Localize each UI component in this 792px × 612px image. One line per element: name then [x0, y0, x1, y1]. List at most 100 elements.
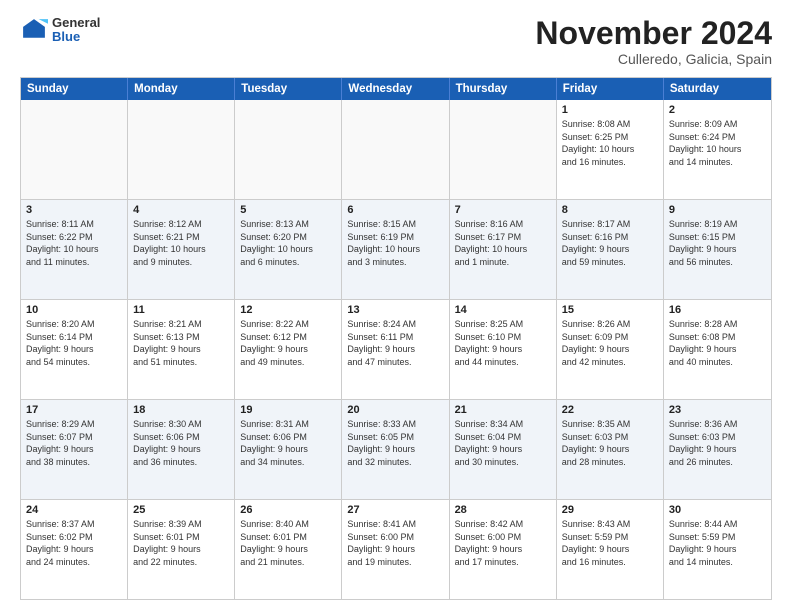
day-number: 18	[133, 404, 229, 416]
day-info: Sunrise: 8:41 AM Sunset: 6:00 PM Dayligh…	[347, 518, 443, 568]
day-cell-13: 13 Sunrise: 8:24 AM Sunset: 6:11 PM Dayli…	[342, 300, 449, 399]
day-number: 19	[240, 404, 336, 416]
day-cell-7: 7 Sunrise: 8:16 AM Sunset: 6:17 PM Daylig…	[450, 200, 557, 299]
day-cell-28: 28 Sunrise: 8:42 AM Sunset: 6:00 PM Dayli…	[450, 500, 557, 599]
day-cell-6: 6Sunrise: 8:15 AM Sunset: 6:19 PM Daylig…	[342, 200, 449, 299]
day-info: Sunrise: 8:11 AM Sunset: 6:22 PM Dayligh…	[26, 218, 122, 268]
day-number: 4	[133, 204, 229, 216]
day-info: Sunrise: 8:24 AM Sunset: 6:11 PM Dayligh…	[347, 318, 443, 368]
day-number: 10	[26, 304, 122, 316]
day-info: Sunrise: 8:26 AM Sunset: 6:09 PM Dayligh…	[562, 318, 658, 368]
day-cell-30: 30Sunrise: 8:44 AM Sunset: 5:59 PM Dayli…	[664, 500, 771, 599]
day-info: Sunrise: 8:43 AM Sunset: 5:59 PM Dayligh…	[562, 518, 658, 568]
day-info: Sunrise: 8:15 AM Sunset: 6:19 PM Dayligh…	[347, 218, 443, 268]
day-cell-2: 2Sunrise: 8:09 AM Sunset: 6:24 PM Daylig…	[664, 100, 771, 199]
logo-icon	[20, 16, 48, 44]
day-cell-21: 21Sunrise: 8:34 AM Sunset: 6:04 PM Dayli…	[450, 400, 557, 499]
day-cell-23: 23 Sunrise: 8:36 AM Sunset: 6:03 PM Dayli…	[664, 400, 771, 499]
day-number: 20	[347, 404, 443, 416]
day-number: 24	[26, 504, 122, 516]
header: General Blue November 2024 Culleredo, Ga…	[20, 16, 772, 67]
day-info: Sunrise: 8:37 AM Sunset: 6:02 PM Dayligh…	[26, 518, 122, 568]
day-cell-17: 17 Sunrise: 8:29 AM Sunset: 6:07 PM Dayli…	[21, 400, 128, 499]
day-info: Sunrise: 8:31 AM Sunset: 6:06 PM Dayligh…	[240, 418, 336, 468]
day-number: 29	[562, 504, 658, 516]
day-info: Sunrise: 8:09 AM Sunset: 6:24 PM Dayligh…	[669, 118, 766, 168]
calendar-body: 1 Sunrise: 8:08 AM Sunset: 6:25 PM Daylig…	[21, 100, 771, 599]
day-info: Sunrise: 8:33 AM Sunset: 6:05 PM Dayligh…	[347, 418, 443, 468]
day-cell-11: 11Sunrise: 8:21 AM Sunset: 6:13 PM Dayli…	[128, 300, 235, 399]
day-info: Sunrise: 8:21 AM Sunset: 6:13 PM Dayligh…	[133, 318, 229, 368]
day-cell-16: 16Sunrise: 8:28 AM Sunset: 6:08 PM Dayli…	[664, 300, 771, 399]
empty-cell	[21, 100, 128, 199]
day-cell-29: 29 Sunrise: 8:43 AM Sunset: 5:59 PM Dayli…	[557, 500, 664, 599]
day-cell-10: 10Sunrise: 8:20 AM Sunset: 6:14 PM Dayli…	[21, 300, 128, 399]
day-cell-4: 4 Sunrise: 8:12 AM Sunset: 6:21 PM Daylig…	[128, 200, 235, 299]
day-number: 3	[26, 204, 122, 216]
day-number: 12	[240, 304, 336, 316]
day-cell-5: 5Sunrise: 8:13 AM Sunset: 6:20 PM Daylig…	[235, 200, 342, 299]
day-number: 13	[347, 304, 443, 316]
cal-header-day-tuesday: Tuesday	[235, 78, 342, 100]
day-number: 8	[562, 204, 658, 216]
day-number: 25	[133, 504, 229, 516]
day-cell-27: 27 Sunrise: 8:41 AM Sunset: 6:00 PM Dayli…	[342, 500, 449, 599]
logo-text: General Blue	[52, 16, 100, 45]
day-number: 26	[240, 504, 336, 516]
day-number: 30	[669, 504, 766, 516]
empty-cell	[342, 100, 449, 199]
day-number: 21	[455, 404, 551, 416]
cal-header-day-thursday: Thursday	[450, 78, 557, 100]
day-cell-26: 26 Sunrise: 8:40 AM Sunset: 6:01 PM Dayli…	[235, 500, 342, 599]
day-info: Sunrise: 8:16 AM Sunset: 6:17 PM Dayligh…	[455, 218, 551, 268]
day-number: 23	[669, 404, 766, 416]
logo-blue: Blue	[52, 30, 100, 44]
logo: General Blue	[20, 16, 100, 45]
day-number: 5	[240, 204, 336, 216]
day-number: 22	[562, 404, 658, 416]
day-info: Sunrise: 8:42 AM Sunset: 6:00 PM Dayligh…	[455, 518, 551, 568]
cal-header-day-saturday: Saturday	[664, 78, 771, 100]
calendar-header: SundayMondayTuesdayWednesdayThursdayFrid…	[21, 78, 771, 100]
logo-general: General	[52, 16, 100, 30]
calendar-row-2: 10Sunrise: 8:20 AM Sunset: 6:14 PM Dayli…	[21, 299, 771, 399]
day-number: 17	[26, 404, 122, 416]
day-number: 27	[347, 504, 443, 516]
day-info: Sunrise: 8:29 AM Sunset: 6:07 PM Dayligh…	[26, 418, 122, 468]
title-block: November 2024 Culleredo, Galicia, Spain	[535, 16, 772, 67]
day-info: Sunrise: 8:22 AM Sunset: 6:12 PM Dayligh…	[240, 318, 336, 368]
day-number: 28	[455, 504, 551, 516]
day-number: 9	[669, 204, 766, 216]
day-cell-18: 18Sunrise: 8:30 AM Sunset: 6:06 PM Dayli…	[128, 400, 235, 499]
cal-header-day-monday: Monday	[128, 78, 235, 100]
day-cell-15: 15Sunrise: 8:26 AM Sunset: 6:09 PM Dayli…	[557, 300, 664, 399]
cal-header-day-sunday: Sunday	[21, 78, 128, 100]
empty-cell	[450, 100, 557, 199]
calendar-row-0: 1 Sunrise: 8:08 AM Sunset: 6:25 PM Daylig…	[21, 100, 771, 199]
day-cell-19: 19 Sunrise: 8:31 AM Sunset: 6:06 PM Dayli…	[235, 400, 342, 499]
day-cell-22: 22Sunrise: 8:35 AM Sunset: 6:03 PM Dayli…	[557, 400, 664, 499]
day-info: Sunrise: 8:40 AM Sunset: 6:01 PM Dayligh…	[240, 518, 336, 568]
day-cell-24: 24 Sunrise: 8:37 AM Sunset: 6:02 PM Dayli…	[21, 500, 128, 599]
day-number: 16	[669, 304, 766, 316]
day-cell-3: 3 Sunrise: 8:11 AM Sunset: 6:22 PM Daylig…	[21, 200, 128, 299]
day-cell-8: 8Sunrise: 8:17 AM Sunset: 6:16 PM Daylig…	[557, 200, 664, 299]
day-cell-14: 14Sunrise: 8:25 AM Sunset: 6:10 PM Dayli…	[450, 300, 557, 399]
empty-cell	[235, 100, 342, 199]
day-number: 7	[455, 204, 551, 216]
page: General Blue November 2024 Culleredo, Ga…	[0, 0, 792, 612]
location: Culleredo, Galicia, Spain	[535, 51, 772, 67]
day-info: Sunrise: 8:36 AM Sunset: 6:03 PM Dayligh…	[669, 418, 766, 468]
day-info: Sunrise: 8:39 AM Sunset: 6:01 PM Dayligh…	[133, 518, 229, 568]
day-cell-20: 20 Sunrise: 8:33 AM Sunset: 6:05 PM Dayli…	[342, 400, 449, 499]
day-info: Sunrise: 8:08 AM Sunset: 6:25 PM Dayligh…	[562, 118, 658, 168]
day-info: Sunrise: 8:12 AM Sunset: 6:21 PM Dayligh…	[133, 218, 229, 268]
empty-cell	[128, 100, 235, 199]
cal-header-day-wednesday: Wednesday	[342, 78, 449, 100]
month-title: November 2024	[535, 16, 772, 51]
day-number: 1	[562, 104, 658, 116]
calendar-row-4: 24 Sunrise: 8:37 AM Sunset: 6:02 PM Dayli…	[21, 499, 771, 599]
day-info: Sunrise: 8:19 AM Sunset: 6:15 PM Dayligh…	[669, 218, 766, 268]
calendar-row-3: 17 Sunrise: 8:29 AM Sunset: 6:07 PM Dayli…	[21, 399, 771, 499]
cal-header-day-friday: Friday	[557, 78, 664, 100]
